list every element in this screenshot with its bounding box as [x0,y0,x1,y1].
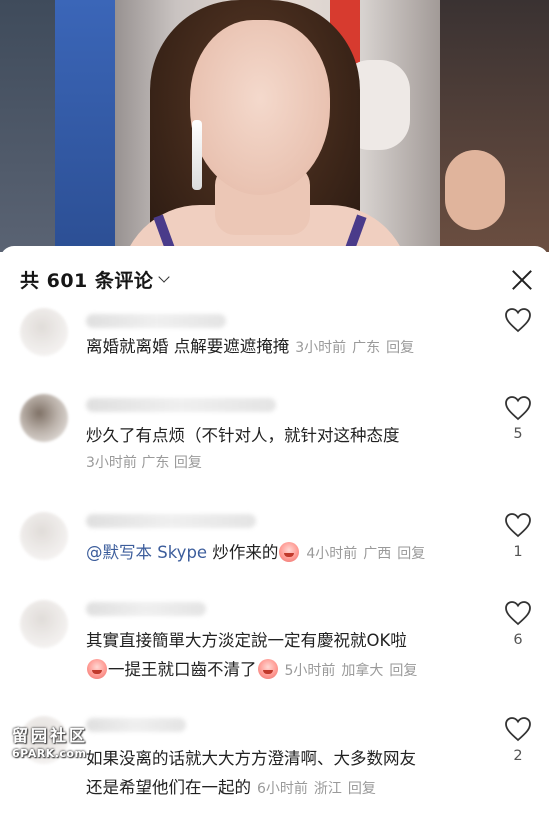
comment-text: 离婚就离婚 点解要遮遮掩掩 [86,337,290,356]
heart-icon[interactable] [504,512,532,538]
like-count: 2 [513,748,523,764]
like-count: 1 [513,544,523,560]
reply-button[interactable]: 回复 [386,340,414,356]
comment-location: 广西 [363,546,392,562]
reply-button[interactable]: 回复 [389,663,417,679]
comment-count: 共 601 条评论 [20,269,154,292]
avatar[interactable] [20,394,68,442]
reply-button[interactable]: 回复 [348,781,376,797]
comment-text: 炒作来的 [207,543,279,562]
comment-location: 浙江 [313,781,342,797]
username-blurred[interactable] [86,398,276,412]
comment-time: 3小时前 [86,455,137,471]
comment-time: 4小时前 [306,546,358,562]
comment-location: 加拿大 [341,663,384,679]
person-face [190,20,330,195]
comment-text: 如果没离的话就大大方方澄清啊、大多数网友 [86,749,416,768]
like-count: 6 [513,632,523,648]
avatar[interactable] [20,600,68,648]
username-blurred[interactable] [86,602,206,616]
watermark-title: 留园社区 [12,726,89,745]
reply-button[interactable]: 回复 [174,455,202,471]
comment-text-continued: 一提王就口齒不清了 [108,660,257,679]
chevron-down-icon [158,270,171,283]
comment-text-continued: 还是希望他们在一起的 [86,778,251,797]
heart-icon[interactable] [504,600,532,626]
comment-time: 3小时前 [295,340,347,356]
mention-link[interactable]: @默写本 Skype [86,543,207,562]
site-watermark: 留园社区 6PARK.com [12,722,102,760]
crying-laughing-emoji-icon [87,659,107,679]
like-count: 5 [513,426,523,442]
heart-icon[interactable] [504,395,532,421]
comment-text: 炒久了有点烦（不针对人，就针对这种态度 [86,426,400,445]
crying-laughing-emoji-icon [279,542,300,562]
video-preview[interactable] [0,0,549,252]
heart-icon[interactable] [504,307,532,333]
reply-button[interactable]: 回复 [397,546,425,562]
comment-location: 广东 [352,340,381,356]
heart-icon[interactable] [504,716,532,742]
comment-location: 广东 [141,455,170,471]
background-hand [445,150,505,230]
crying-laughing-emoji-icon [257,659,278,679]
avatar[interactable] [20,512,68,560]
comment-time: 6小时前 [257,781,308,797]
comment-time: 5小时前 [284,663,336,679]
close-icon[interactable] [508,266,536,294]
comment-count-dropdown[interactable]: 共 601 条评论 [20,266,171,292]
username-blurred[interactable] [86,514,256,528]
watermark-url: 6PARK.com [12,747,87,760]
username-blurred[interactable] [86,314,226,328]
avatar[interactable] [20,308,68,356]
earring [192,120,202,190]
background-poster [55,0,115,252]
comment-text: 其實直接簡單大方淡定說一定有慶祝就OK啦 [86,631,407,650]
